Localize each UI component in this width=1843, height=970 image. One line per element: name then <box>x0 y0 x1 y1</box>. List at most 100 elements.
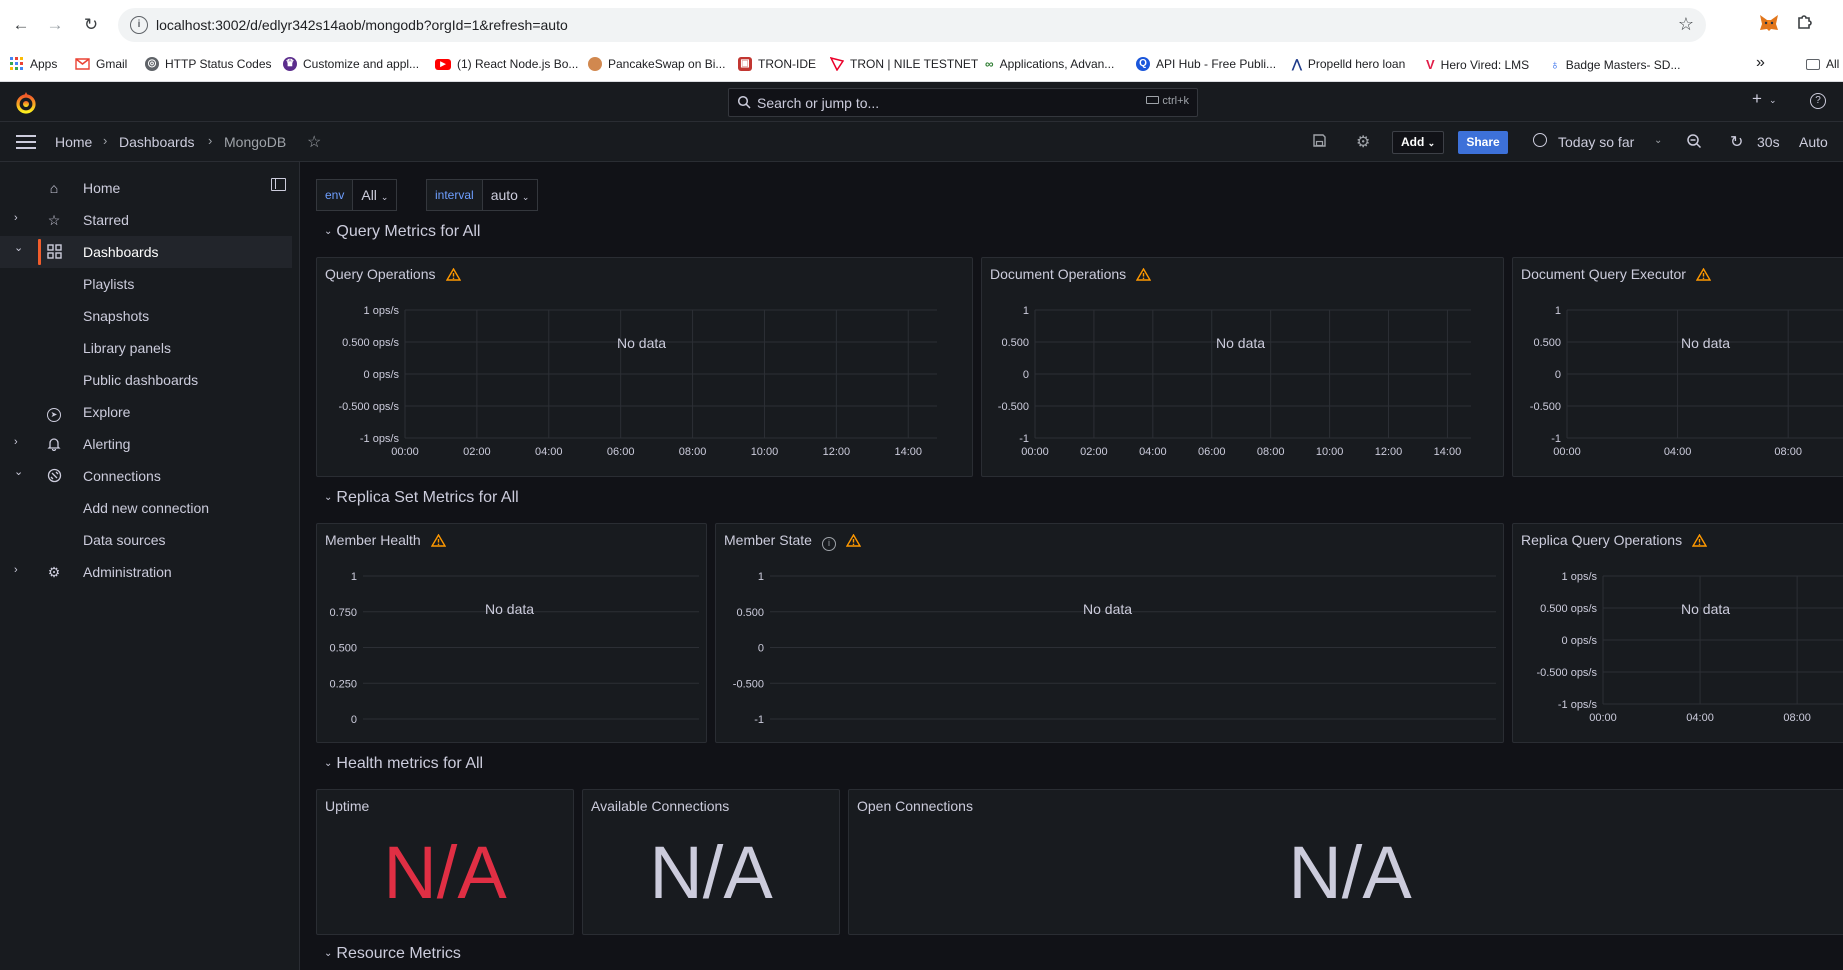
sidebar-item-snapshots[interactable]: Snapshots <box>0 300 292 332</box>
bookmark-label: API Hub - Free Publi... <box>1156 57 1277 71</box>
warning-icon[interactable] <box>845 534 861 547</box>
x-tick-label: 04:00 <box>1686 712 1714 724</box>
sidebar-item-playlists[interactable]: Playlists <box>0 268 292 300</box>
add-button[interactable]: Add ⌄ <box>1392 131 1445 154</box>
row-header-resource-metrics[interactable]: ⌄ Resource Metrics <box>324 945 461 963</box>
add-button-label: Add <box>1401 135 1425 149</box>
panel-open-connections[interactable]: Open Connections N/A <box>848 789 1843 935</box>
bookmark-applications[interactable]: ∞ Applications, Advan... <box>985 57 1114 71</box>
sidebar-item-home[interactable]: ⌂ Home <box>0 172 292 204</box>
grafana-logo-icon[interactable] <box>14 91 38 115</box>
sidebar-item-alerting[interactable]: › Alerting <box>0 428 292 460</box>
bookmark-http-status[interactable]: ◎ HTTP Status Codes <box>145 57 272 71</box>
bookmark-star-icon[interactable]: ☆ <box>1678 14 1694 35</box>
sidebar-item-library-panels[interactable]: Library panels <box>0 332 292 364</box>
mark-favorite-star-icon[interactable]: ☆ <box>307 132 321 152</box>
clock-icon[interactable] <box>1533 133 1547 151</box>
chevron-down-icon[interactable]: ⌄ <box>1769 95 1777 106</box>
hero-vired-icon: V <box>1426 57 1435 72</box>
refresh-mode-picker[interactable]: Auto <box>1799 134 1828 150</box>
bookmark-label: HTTP Status Codes <box>165 57 272 71</box>
expand-chevron-icon[interactable]: › <box>14 564 18 576</box>
sidebar-item-add-new-connection[interactable]: Add new connection <box>0 492 292 524</box>
dashboard-settings-gear-icon[interactable]: ⚙ <box>1356 132 1370 152</box>
row-title: Resource Metrics <box>336 945 461 962</box>
time-range-picker[interactable]: Today so far <box>1558 134 1634 150</box>
bookmark-apps[interactable]: Apps <box>10 57 57 71</box>
more-bookmarks-icon[interactable]: » <box>1756 54 1765 72</box>
back-arrow-icon[interactable]: ← <box>8 12 34 38</box>
bookmark-youtube[interactable]: ▶ (1) React Node.js Bo... <box>435 57 578 71</box>
panel-document-query-executor[interactable]: 10.5000-0.500-100:0004:0008:0012:00 Docu… <box>1512 257 1843 477</box>
variable-interval-select[interactable]: auto ⌄ <box>482 179 539 211</box>
panel-available-connections[interactable]: Available Connections N/A <box>582 789 840 935</box>
bookmark-pancakeswap[interactable]: PancakeSwap on Bi... <box>588 57 725 71</box>
reload-icon[interactable]: ↻ <box>78 12 104 38</box>
panel-uptime[interactable]: Uptime N/A <box>316 789 574 935</box>
bookmark-propelld[interactable]: ⋀ Propelld hero loan <box>1292 57 1405 71</box>
panel-replica-query-operations[interactable]: 1 ops/s 0.500 ops/s 0 ops/s -0.500 ops/s -1 … <box>1512 523 1843 743</box>
panel-document-operations[interactable]: 1 0.500 0 -0.500 -1 00:00 02:00 04:00 06:00 08:00… <box>981 257 1504 477</box>
panel-member-health[interactable]: 1 0.750 0.500 0.250 0 Member Health No data <box>316 523 707 743</box>
warning-icon[interactable] <box>1692 534 1708 547</box>
chevron-down-icon[interactable]: ⌄ <box>1654 135 1662 146</box>
bookmark-tron-ide[interactable]: ▣ TRON-IDE <box>738 57 816 71</box>
warning-icon[interactable] <box>430 534 446 547</box>
collapse-chevron-icon[interactable]: ⌄ <box>14 465 23 478</box>
bookmark-tron-nile[interactable]: TRON | NILE TESTNET <box>830 57 978 71</box>
x-tick-label: 00:00 <box>1553 446 1581 458</box>
row-header-health-metrics[interactable]: ⌄ Health metrics for All <box>324 755 483 773</box>
y-tick-label: 1 ops/s <box>1562 571 1598 583</box>
sidebar-item-data-sources[interactable]: Data sources <box>0 524 292 556</box>
sidebar-item-public-dashboards[interactable]: Public dashboards <box>0 364 292 396</box>
propelld-icon: ⋀ <box>1292 57 1302 71</box>
sidebar-item-dashboards[interactable]: ⌄ Dashboards <box>0 236 292 268</box>
row-header-replica-set-metrics[interactable]: ⌄ Replica Set Metrics for All <box>324 489 519 507</box>
panel-plot: 1 0.500 0 -0.500 -1 <box>733 571 1496 726</box>
sidebar-item-explore[interactable]: ➤ Explore <box>0 396 292 428</box>
bookmark-gmail[interactable]: Gmail <box>75 57 127 71</box>
panel-member-state[interactable]: 1 0.500 0 -0.500 -1 Member State i No data <box>715 523 1504 743</box>
sidebar-item-connections[interactable]: ⌄ Connections <box>0 460 292 492</box>
url-text[interactable]: localhost:3002/d/edlyr342s14aob/mongodb?… <box>156 17 568 33</box>
refresh-interval[interactable]: 30s <box>1757 134 1780 150</box>
site-info-icon[interactable]: i <box>130 16 148 34</box>
expand-chevron-icon[interactable]: › <box>14 436 18 448</box>
sidebar-item-administration[interactable]: › ⚙ Administration <box>0 556 292 588</box>
bell-icon <box>46 436 62 452</box>
search-input[interactable]: Search or jump to... ctrl+k <box>728 88 1198 117</box>
breadcrumb-home[interactable]: Home <box>55 134 92 150</box>
help-icon[interactable]: ? <box>1810 90 1826 109</box>
y-tick-label: -0.500 <box>733 678 764 690</box>
save-dashboard-icon[interactable] <box>1312 133 1327 152</box>
panel-title: Replica Query Operations <box>1521 532 1708 548</box>
new-plus-icon[interactable]: + <box>1752 89 1762 109</box>
expand-chevron-icon[interactable]: › <box>14 212 18 224</box>
variable-env-select[interactable]: All ⌄ <box>353 179 398 211</box>
refresh-icon[interactable]: ↻ <box>1730 132 1743 152</box>
bookmark-api-hub[interactable]: Q API Hub - Free Publi... <box>1136 57 1276 71</box>
metamask-fox-icon[interactable] <box>1756 12 1782 38</box>
zoom-out-icon[interactable] <box>1686 133 1702 153</box>
omnibox[interactable]: i localhost:3002/d/edlyr342s14aob/mongod… <box>118 8 1706 42</box>
all-bookmarks-folder[interactable]: All <box>1806 57 1839 71</box>
warning-icon[interactable] <box>1695 268 1711 281</box>
row-header-query-metrics[interactable]: ⌄ Query Metrics for All <box>324 223 480 241</box>
bookmark-customize[interactable]: ♛ Customize and appl... <box>283 57 419 71</box>
share-button[interactable]: Share <box>1458 131 1508 154</box>
warning-icon[interactable] <box>1136 268 1152 281</box>
extensions-puzzle-icon[interactable] <box>1792 12 1818 38</box>
x-tick-label: 00:00 <box>1021 446 1049 458</box>
x-tick-label: 02:00 <box>1080 446 1108 458</box>
sidebar-item-label: Alerting <box>83 436 131 452</box>
forward-arrow-icon[interactable]: → <box>42 12 68 38</box>
bookmark-badge-masters[interactable]: ♁ Badge Masters- SD... <box>1550 57 1680 72</box>
menu-toggle-icon[interactable] <box>16 135 36 149</box>
warning-icon[interactable] <box>445 268 461 281</box>
sidebar-item-starred[interactable]: › ☆ Starred <box>0 204 292 236</box>
info-icon[interactable]: i <box>821 537 836 551</box>
breadcrumb-dashboards[interactable]: Dashboards <box>119 134 195 150</box>
bookmark-hero-vired[interactable]: V Hero Vired: LMS <box>1426 57 1529 72</box>
collapse-chevron-icon[interactable]: ⌄ <box>14 241 23 254</box>
panel-query-operations[interactable]: 1 ops/s 0.500 ops/s 0 ops/s -0.500 ops/s -1 … <box>316 257 973 477</box>
